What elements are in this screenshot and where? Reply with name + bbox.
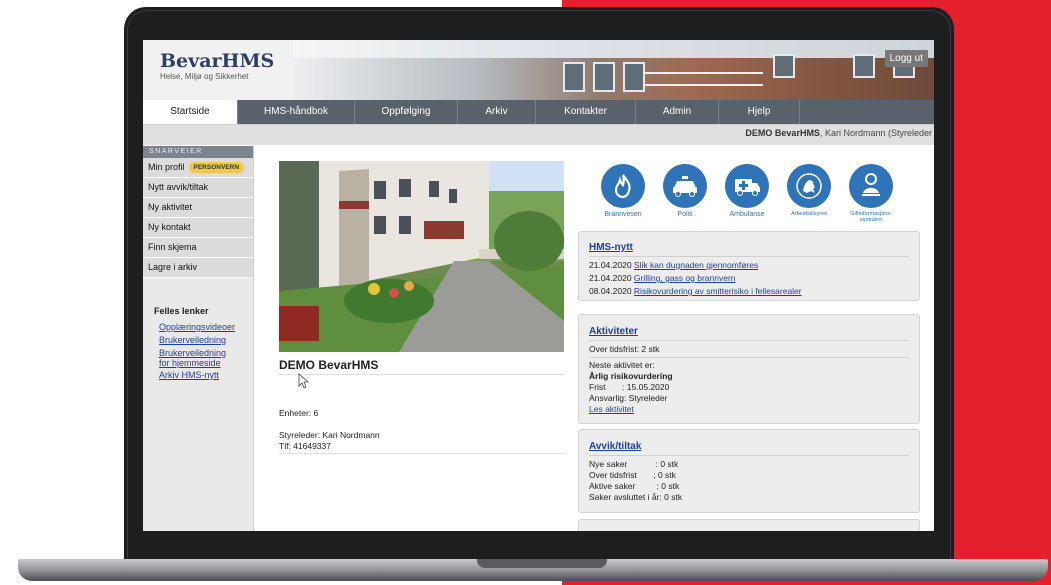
link-archive-hms-news[interactable]: Arkiv HMS-nytt (159, 370, 253, 381)
sidebar-item-label: Min profil (148, 162, 185, 172)
news-date: 08.04.2020 (589, 286, 632, 296)
news-item: 08.04.2020 Risikovurdering av smitterisi… (589, 286, 909, 297)
organization-photo (279, 161, 564, 352)
fire-icon (614, 174, 631, 199)
news-date: 21.04.2020 (589, 260, 632, 270)
sidebar-item-nytt-avvik[interactable]: Nytt avvik/tiltak (143, 178, 253, 198)
activities-title[interactable]: Aktiviteter (589, 326, 909, 337)
sidebar-header: SNARVEIER (143, 146, 253, 158)
divider (279, 453, 566, 454)
next-box-partial (578, 519, 920, 531)
nav-admin[interactable]: Admin (636, 100, 719, 124)
deviation-row: Saker avsluttet i år: 0 stk (589, 492, 683, 502)
user-bar: DEMO BevarHMS, Kari Nordmann (Styreleder (143, 124, 934, 145)
user-org: DEMO BevarHMS (745, 128, 820, 138)
emergency-label: Ambulanse (729, 211, 765, 218)
nav-hms-handbok[interactable]: HMS-håndbok (238, 100, 355, 124)
organization-name: DEMO BevarHMS (279, 358, 379, 372)
activities-overdue: Over tidsfrist: 2 stk (589, 344, 660, 354)
board-phone: Tlf: 41649337 (279, 441, 331, 451)
logout-button[interactable]: Logg ut (884, 50, 928, 67)
deviation-row: Over tidsfrist : 0 stk (589, 470, 676, 480)
header: BevarHMS Helse, Miljø og Sikkerhet Logg … (143, 40, 934, 100)
activities-box: Aktiviteter Over tidsfrist: 2 stk Neste … (578, 314, 920, 424)
lion-emblem-icon (796, 173, 822, 199)
shared-links-title: Felles lenker (154, 306, 209, 316)
nav-startside[interactable]: Startside (143, 100, 238, 124)
news-link[interactable]: Grilling, gass og brannvern (634, 273, 736, 283)
ambulance-icon (735, 179, 760, 196)
emergency-label: Brannvesen (604, 211, 642, 218)
divider (279, 374, 566, 375)
nav-oppfolging[interactable]: Oppfølging (355, 100, 458, 124)
nav-hjelp[interactable]: Hjelp (719, 100, 800, 124)
deviations-box: Avvik/tiltak Nye saker : 0 stk Over tids… (578, 429, 920, 513)
emergency-labour-inspection[interactable]: Arbeidstilsynet (778, 164, 840, 223)
poison-info-icon (862, 173, 880, 196)
link-user-guide[interactable]: Brukerveiledning (159, 335, 253, 346)
link-training-videos[interactable]: Opplæringsvideoer (159, 322, 253, 333)
deviation-row: Aktive saker : 0 stk (589, 481, 680, 491)
emergency-police[interactable]: Politi (654, 164, 716, 223)
deviations-title[interactable]: Avvik/tiltak (589, 441, 909, 452)
sidebar-item-min-profil[interactable]: Min profil PERSONVERN (143, 158, 253, 178)
emergency-fire[interactable]: Brannvesen (592, 164, 654, 223)
emergency-label: Arbeidstilsynet (791, 211, 827, 217)
board-contact: Styreleder: Kari Nordmann Tlf: 41649337 (279, 430, 380, 452)
emergency-label: Giftinformasjons- sentralen (850, 211, 892, 223)
user-name: , Kari Nordmann (Styreleder (819, 128, 932, 138)
sidebar-item-lagre-i-arkiv[interactable]: Lagre i arkiv (143, 258, 253, 278)
next-activity-responsible: Ansvarlig: Styreleder (589, 393, 668, 403)
sidebar-item-finn-skjema[interactable]: Finn skjema (143, 238, 253, 258)
sidebar-item-ny-kontakt[interactable]: Ny kontakt (143, 218, 253, 238)
news-item: 21.04.2020 Slik kan dugnaden gjennomføre… (589, 260, 909, 271)
read-activity-link[interactable]: Les aktivitet (589, 404, 634, 414)
emergency-poison-info[interactable]: Giftinformasjons- sentralen (840, 164, 902, 223)
emergency-ambulance[interactable]: Ambulanse (716, 164, 778, 223)
user-info: DEMO BevarHMS, Kari Nordmann (Styreleder (745, 128, 932, 138)
emergency-label: Politi (677, 211, 693, 218)
news-link[interactable]: Slik kan dugnaden gjennomføres (634, 260, 758, 270)
read-activity-row: Les aktivitet (589, 404, 909, 415)
deviation-row: Nye saker : 0 stk (589, 459, 679, 469)
news-item: 21.04.2020 Grilling, gass og brannvern (589, 273, 909, 284)
nav-arkiv[interactable]: Arkiv (458, 100, 536, 124)
news-date: 21.04.2020 (589, 273, 632, 283)
nav-kontakter[interactable]: Kontakter (536, 100, 636, 124)
shared-links: Opplæringsvideoer Brukerveiledning Bruke… (143, 322, 253, 381)
next-activity-deadline: Frist : 15.05.2020 (589, 382, 670, 392)
main-nav: Startside HMS-håndbok Oppfølging Arkiv K… (143, 100, 934, 124)
emergency-contacts: Brannvesen Politi Ambulanse Arbeidstilsy… (592, 164, 902, 223)
hms-news-box: HMS-nytt 21.04.2020 Slik kan dugnaden gj… (578, 231, 920, 301)
next-activity-name-row: Årlig risikovurdering (589, 371, 909, 382)
sidebar-item-ny-aktivitet[interactable]: Ny aktivitet (143, 198, 253, 218)
laptop-notch (477, 559, 607, 568)
logo[interactable]: BevarHMS Helse, Miljø og Sikkerhet (160, 51, 274, 81)
next-activity-label: Neste aktivitet er: (589, 360, 655, 370)
police-car-icon (673, 176, 697, 197)
news-link[interactable]: Risikovurdering av smitterisiko i felles… (634, 286, 802, 296)
privacy-badge[interactable]: PERSONVERN (188, 162, 245, 173)
logo-subtitle: Helse, Miljø og Sikkerhet (160, 72, 249, 81)
app-screen: BevarHMS Helse, Miljø og Sikkerhet Logg … (143, 40, 934, 531)
units-count: Enheter: 6 (279, 408, 319, 418)
mouse-cursor-icon (298, 373, 310, 389)
hms-news-title[interactable]: HMS-nytt (589, 242, 909, 253)
link-user-guide-homepage[interactable]: Brukerveiledning for hjemmeside (159, 348, 253, 368)
board-leader: Styreleder: Kari Nordmann (279, 430, 380, 440)
logo-title: BevarHMS (160, 50, 275, 72)
header-building-photo (293, 40, 934, 100)
sidebar: SNARVEIER Min profil PERSONVERN Nytt avvi… (143, 146, 254, 531)
next-activity-name: Årlig risikovurdering (589, 371, 673, 381)
